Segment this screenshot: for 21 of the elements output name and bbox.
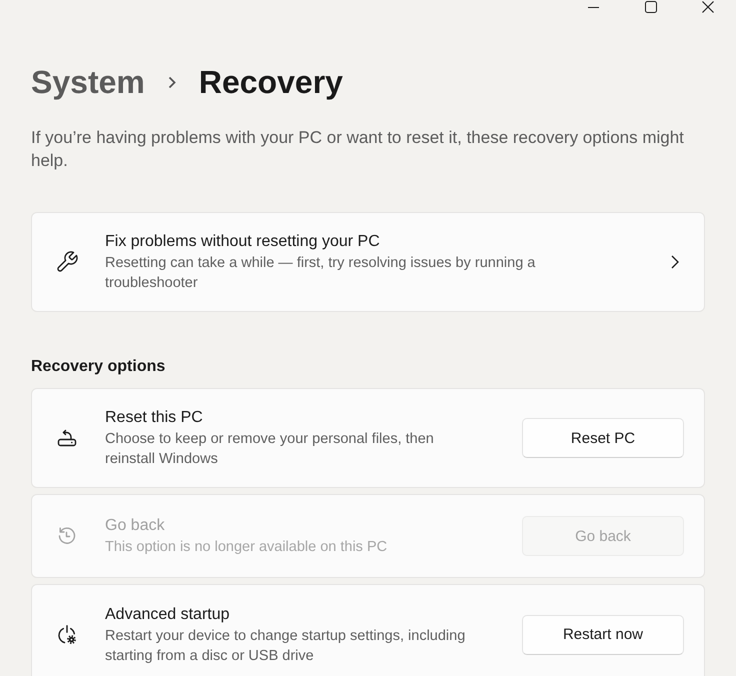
option-description: Restart your device to change startup settings, including starting from a disc or USB drive xyxy=(105,626,466,666)
option-title: Go back xyxy=(105,516,166,536)
option-title: Advanced startup xyxy=(105,604,231,624)
page-description: If you’re having problems with your PC or want to reset it, these recovery options might help. xyxy=(31,127,685,172)
wrench-icon xyxy=(55,250,79,274)
reset-pc-button[interactable]: Reset PC xyxy=(522,418,684,458)
section-heading: Recovery options xyxy=(31,357,166,377)
chevron-right-icon xyxy=(168,76,176,88)
page-title: Recovery xyxy=(198,63,343,102)
close-icon xyxy=(702,1,714,13)
card-description: Resetting can take a while — first, try resolving issues by running a troubleshooter xyxy=(105,254,536,293)
chevron-right-icon xyxy=(671,255,679,269)
option-title: Reset this PC xyxy=(105,408,204,428)
option-description: This option is no longer available on this PC xyxy=(105,538,388,557)
restart-now-button[interactable]: Restart now xyxy=(522,614,684,654)
troubleshoot-card[interactable]: Fix problems without resetting your PC Resetting can take a while — first, try resolving issues by running a troubleshooter xyxy=(31,212,705,312)
minimize-icon xyxy=(588,6,599,8)
maximize-icon xyxy=(644,1,656,13)
breadcrumb-link[interactable]: System xyxy=(31,62,145,102)
card-title: Fix problems without resetting your PC xyxy=(105,232,381,252)
option-description: Choose to keep or remove your personal files, then reinstall Windows xyxy=(105,430,435,469)
